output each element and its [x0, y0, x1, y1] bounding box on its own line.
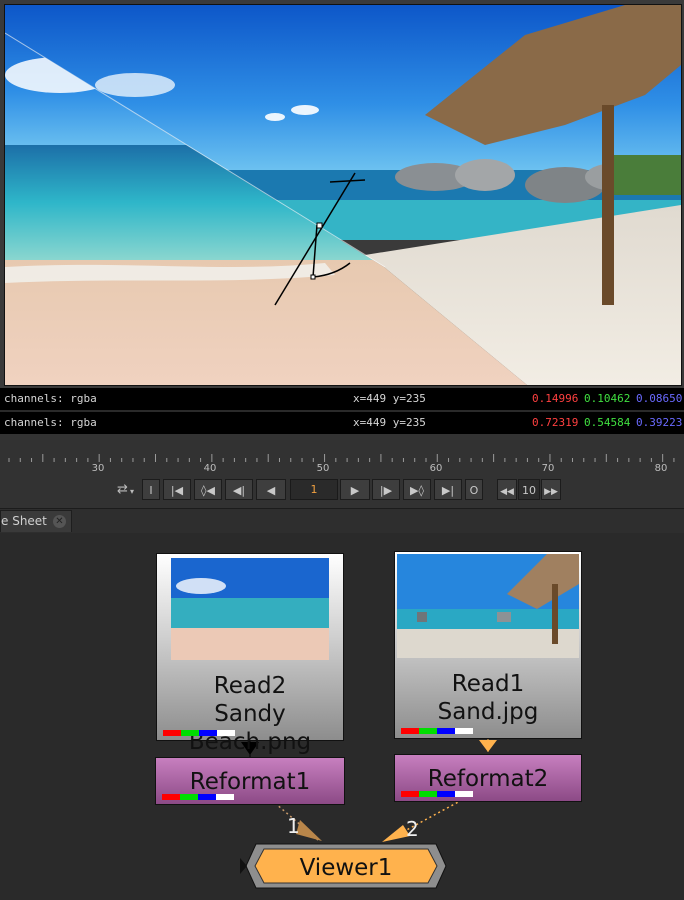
read2-node[interactable]: Read2 Sandy Beach.png — [156, 553, 344, 755]
input-label-1: 1 — [287, 814, 300, 838]
read2-thumbnail — [171, 558, 329, 660]
read2-file: Sandy Beach.png — [188, 701, 312, 755]
viewer1-name: Viewer1 — [299, 855, 393, 881]
reformat1-node[interactable]: Reformat1 — [155, 757, 345, 805]
read1-name: Read1 — [451, 671, 525, 697]
channel-indicator — [162, 794, 234, 800]
reformat2-node[interactable]: Reformat2 — [394, 754, 582, 802]
read1-file: Sand.jpg — [437, 699, 539, 725]
reformat1-name: Reformat1 — [189, 769, 311, 795]
edge-arrow — [479, 740, 497, 752]
input-label-2: 2 — [406, 817, 419, 841]
input-arrow-1 — [296, 820, 322, 841]
read1-node[interactable]: Read1 Sand.jpg — [394, 551, 582, 739]
channel-indicator — [401, 791, 473, 797]
read2-name: Read2 — [213, 673, 287, 699]
channel-indicator — [401, 728, 473, 734]
channel-indicator — [163, 730, 235, 736]
read1-thumbnail — [397, 554, 579, 658]
reformat2-name: Reformat2 — [427, 766, 549, 792]
